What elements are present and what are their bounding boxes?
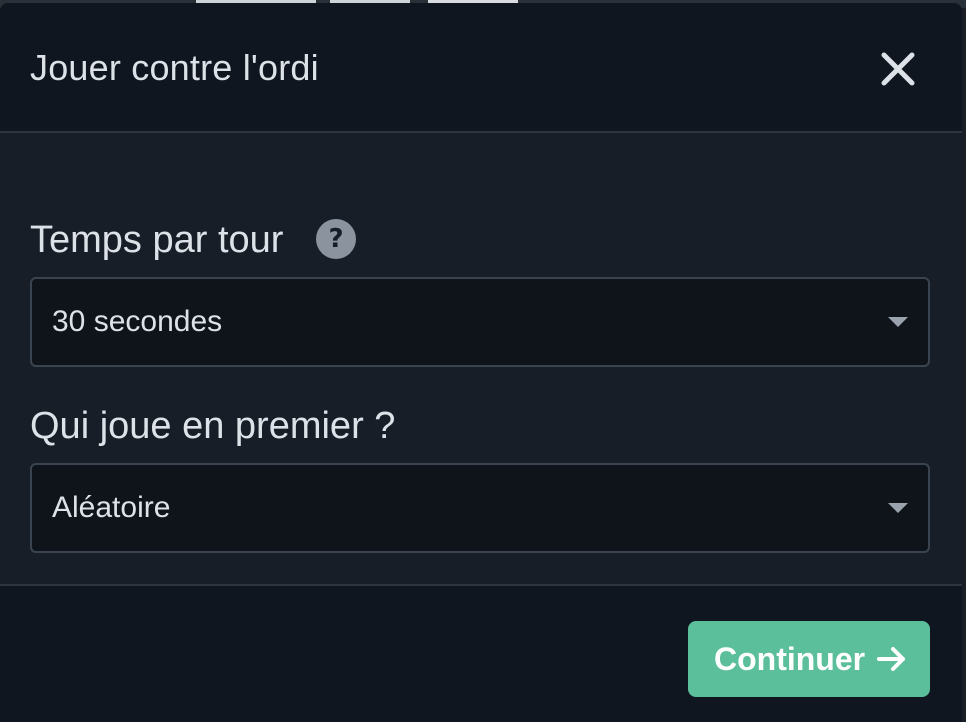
- modal-title: Jouer contre l'ordi: [30, 47, 319, 88]
- modal-header: Jouer contre l'ordi: [0, 3, 962, 133]
- close-icon: [881, 52, 915, 86]
- who-plays-first-value: Aléatoire: [52, 491, 171, 524]
- who-plays-first-label: Qui joue en premier ?: [30, 405, 396, 447]
- close-button[interactable]: [878, 49, 918, 89]
- time-per-turn-label: Temps par tour: [30, 219, 284, 261]
- time-per-turn-select[interactable]: 30 secondes: [30, 277, 930, 367]
- arrow-right-icon: [877, 647, 905, 671]
- question-mark-icon[interactable]: ?: [316, 219, 356, 259]
- modal-footer: Continuer: [0, 584, 962, 722]
- continue-button-label: Continuer: [714, 641, 866, 677]
- continue-button[interactable]: Continuer: [688, 621, 930, 697]
- chevron-down-icon: [888, 503, 908, 513]
- time-per-turn-value: 30 secondes: [52, 305, 223, 338]
- chevron-down-icon: [888, 317, 908, 327]
- play-vs-computer-modal: Jouer contre l'ordi Temps par tour ? 30 …: [0, 3, 962, 722]
- who-plays-first-select[interactable]: Aléatoire: [30, 463, 930, 553]
